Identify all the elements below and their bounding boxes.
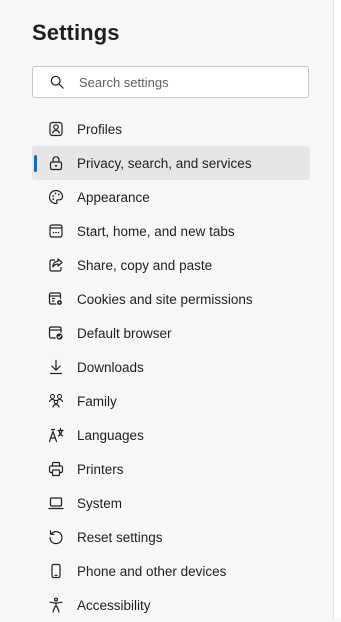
printer-icon	[48, 461, 64, 477]
profile-icon	[48, 121, 64, 137]
sidebar-item-phone-devices[interactable]: Phone and other devices	[32, 554, 310, 588]
cookies-permissions-icon	[48, 291, 64, 307]
languages-icon	[48, 427, 64, 443]
accessibility-icon	[48, 597, 64, 613]
sidebar-item-label: System	[77, 495, 123, 511]
palette-icon	[48, 189, 64, 205]
sidebar-item-label: Reset settings	[77, 529, 163, 545]
sidebar-item-appearance[interactable]: Appearance	[32, 180, 310, 214]
sidebar-item-share-copy-paste[interactable]: Share, copy and paste	[32, 248, 310, 282]
sidebar-item-label: Cookies and site permissions	[77, 291, 253, 307]
sidebar-item-start-home[interactable]: Start, home, and new tabs	[32, 214, 310, 248]
sidebar-item-privacy[interactable]: Privacy, search, and services	[32, 146, 310, 180]
search-icon	[50, 75, 64, 89]
sidebar-item-family[interactable]: Family	[32, 384, 310, 418]
laptop-icon	[48, 495, 64, 511]
sidebar-item-label: Printers	[77, 461, 124, 477]
sidebar-item-label: Family	[77, 393, 117, 409]
sidebar-item-label: Default browser	[77, 325, 172, 341]
sidebar-item-profiles[interactable]: Profiles	[32, 112, 310, 146]
content-pane-edge	[333, 0, 341, 618]
sidebar-item-label: Phone and other devices	[77, 563, 227, 579]
sidebar-item-printers[interactable]: Printers	[32, 452, 310, 486]
family-icon	[48, 393, 64, 409]
sidebar-item-system[interactable]: System	[32, 486, 310, 520]
default-browser-icon	[48, 325, 64, 341]
share-icon	[48, 257, 64, 273]
sidebar-item-languages[interactable]: Languages	[32, 418, 310, 452]
sidebar-item-label: Share, copy and paste	[77, 257, 213, 273]
sidebar-nav: Profiles Privacy, search, and services A…	[32, 112, 310, 622]
search-input[interactable]	[79, 74, 279, 90]
sidebar-item-label: Languages	[77, 427, 144, 443]
reset-icon	[48, 529, 64, 545]
sidebar-item-downloads[interactable]: Downloads	[32, 350, 310, 384]
phone-icon	[48, 563, 64, 579]
download-icon	[48, 359, 64, 375]
sidebar-item-accessibility[interactable]: Accessibility	[32, 588, 310, 622]
sidebar-item-reset-settings[interactable]: Reset settings	[32, 520, 310, 554]
sidebar-item-default-browser[interactable]: Default browser	[32, 316, 310, 350]
sidebar-item-label: Accessibility	[77, 597, 151, 613]
sidebar-item-label: Profiles	[77, 121, 123, 137]
sidebar-item-cookies[interactable]: Cookies and site permissions	[32, 282, 310, 316]
sidebar-item-label: Appearance	[77, 189, 150, 205]
sidebar-item-label: Start, home, and new tabs	[77, 223, 235, 239]
sidebar-item-label: Downloads	[77, 359, 144, 375]
window-icon	[48, 223, 64, 239]
page-title: Settings	[32, 20, 120, 45]
lock-icon	[48, 155, 64, 171]
sidebar-item-label: Privacy, search, and services	[77, 155, 252, 171]
settings-panel: Settings Profiles	[0, 0, 334, 618]
search-box[interactable]	[32, 66, 309, 98]
